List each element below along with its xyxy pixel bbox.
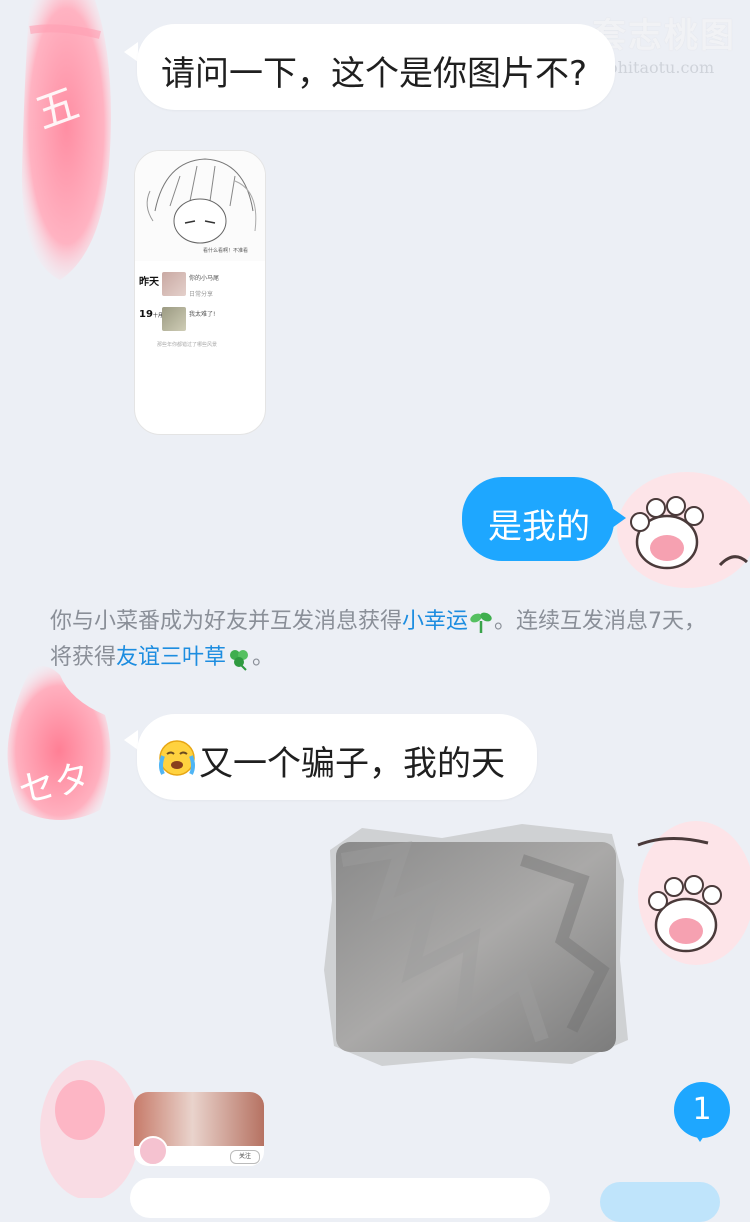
preview-avatar (138, 1136, 168, 1166)
message-text: 请问一下，这个是你图片不? (161, 54, 588, 94)
shared-image-card[interactable]: 看什么看啊！不准看 昨天 你的小马尾 日常分享 19十月 我太难了! 那些年你都… (134, 150, 266, 435)
link-xiaoxingyun[interactable]: 小幸运 (402, 609, 468, 634)
paw-avatar-icon[interactable] (628, 815, 750, 965)
day-number: 19十月 (139, 309, 163, 320)
avatar[interactable]: セタ (0, 660, 125, 830)
blurred-image-message[interactable] (322, 820, 630, 1070)
card-footer: 那些年你都错过了哪些风景 (157, 342, 218, 348)
bubble-tail (612, 508, 626, 528)
bubble-tail (124, 730, 138, 750)
card-caption: 看什么看啊！不准看 (203, 248, 249, 254)
message-bubble-incoming[interactable]: 请问一下，这个是你图片不? (137, 24, 615, 110)
follow-button[interactable]: 关注 (230, 1150, 260, 1164)
notice-text-1: 你与小菜番成为好友并互发消息获得 (50, 609, 403, 634)
watermark-logo: 套志桃图 (592, 16, 736, 56)
message-bubble-incoming[interactable]: 又一个骗子，我的天 (137, 714, 537, 800)
message-bubble-outgoing[interactable]: 是我的 (462, 477, 614, 561)
message-text: 又一个骗子，我的天 (199, 744, 505, 784)
link-clover[interactable]: 友谊三叶草 (116, 645, 226, 670)
bubble-tail (124, 42, 138, 62)
shared-video-card[interactable]: 关注 (134, 1092, 264, 1166)
message-bubble-outgoing[interactable] (600, 1182, 720, 1222)
thumb-2 (162, 307, 186, 331)
system-notice: 你与小菜番成为好友并互发消息获得小幸运 。连续互发消息7天，将获得友谊三叶草 。 (50, 604, 710, 676)
clover-icon (226, 645, 252, 671)
item-1-text: 你的小马尾 (189, 275, 220, 282)
item-1-sub: 日常分享 (189, 291, 214, 298)
day-label: 昨天 (139, 277, 159, 288)
crying-emoji-icon (157, 738, 197, 778)
avatar[interactable] (20, 1050, 140, 1200)
badge-tail (692, 1130, 708, 1142)
thumb-1 (162, 272, 186, 296)
item-2-text: 我太难了! (189, 311, 216, 318)
paw-avatar-icon[interactable] (612, 470, 750, 590)
message-bubble-incoming[interactable] (130, 1178, 550, 1218)
sketch-image (135, 151, 265, 261)
avatar[interactable]: 五 (0, 0, 120, 290)
message-text: 是我的 (488, 507, 590, 547)
sprout-icon (468, 609, 494, 635)
notice-text-3: 。 (252, 645, 275, 670)
